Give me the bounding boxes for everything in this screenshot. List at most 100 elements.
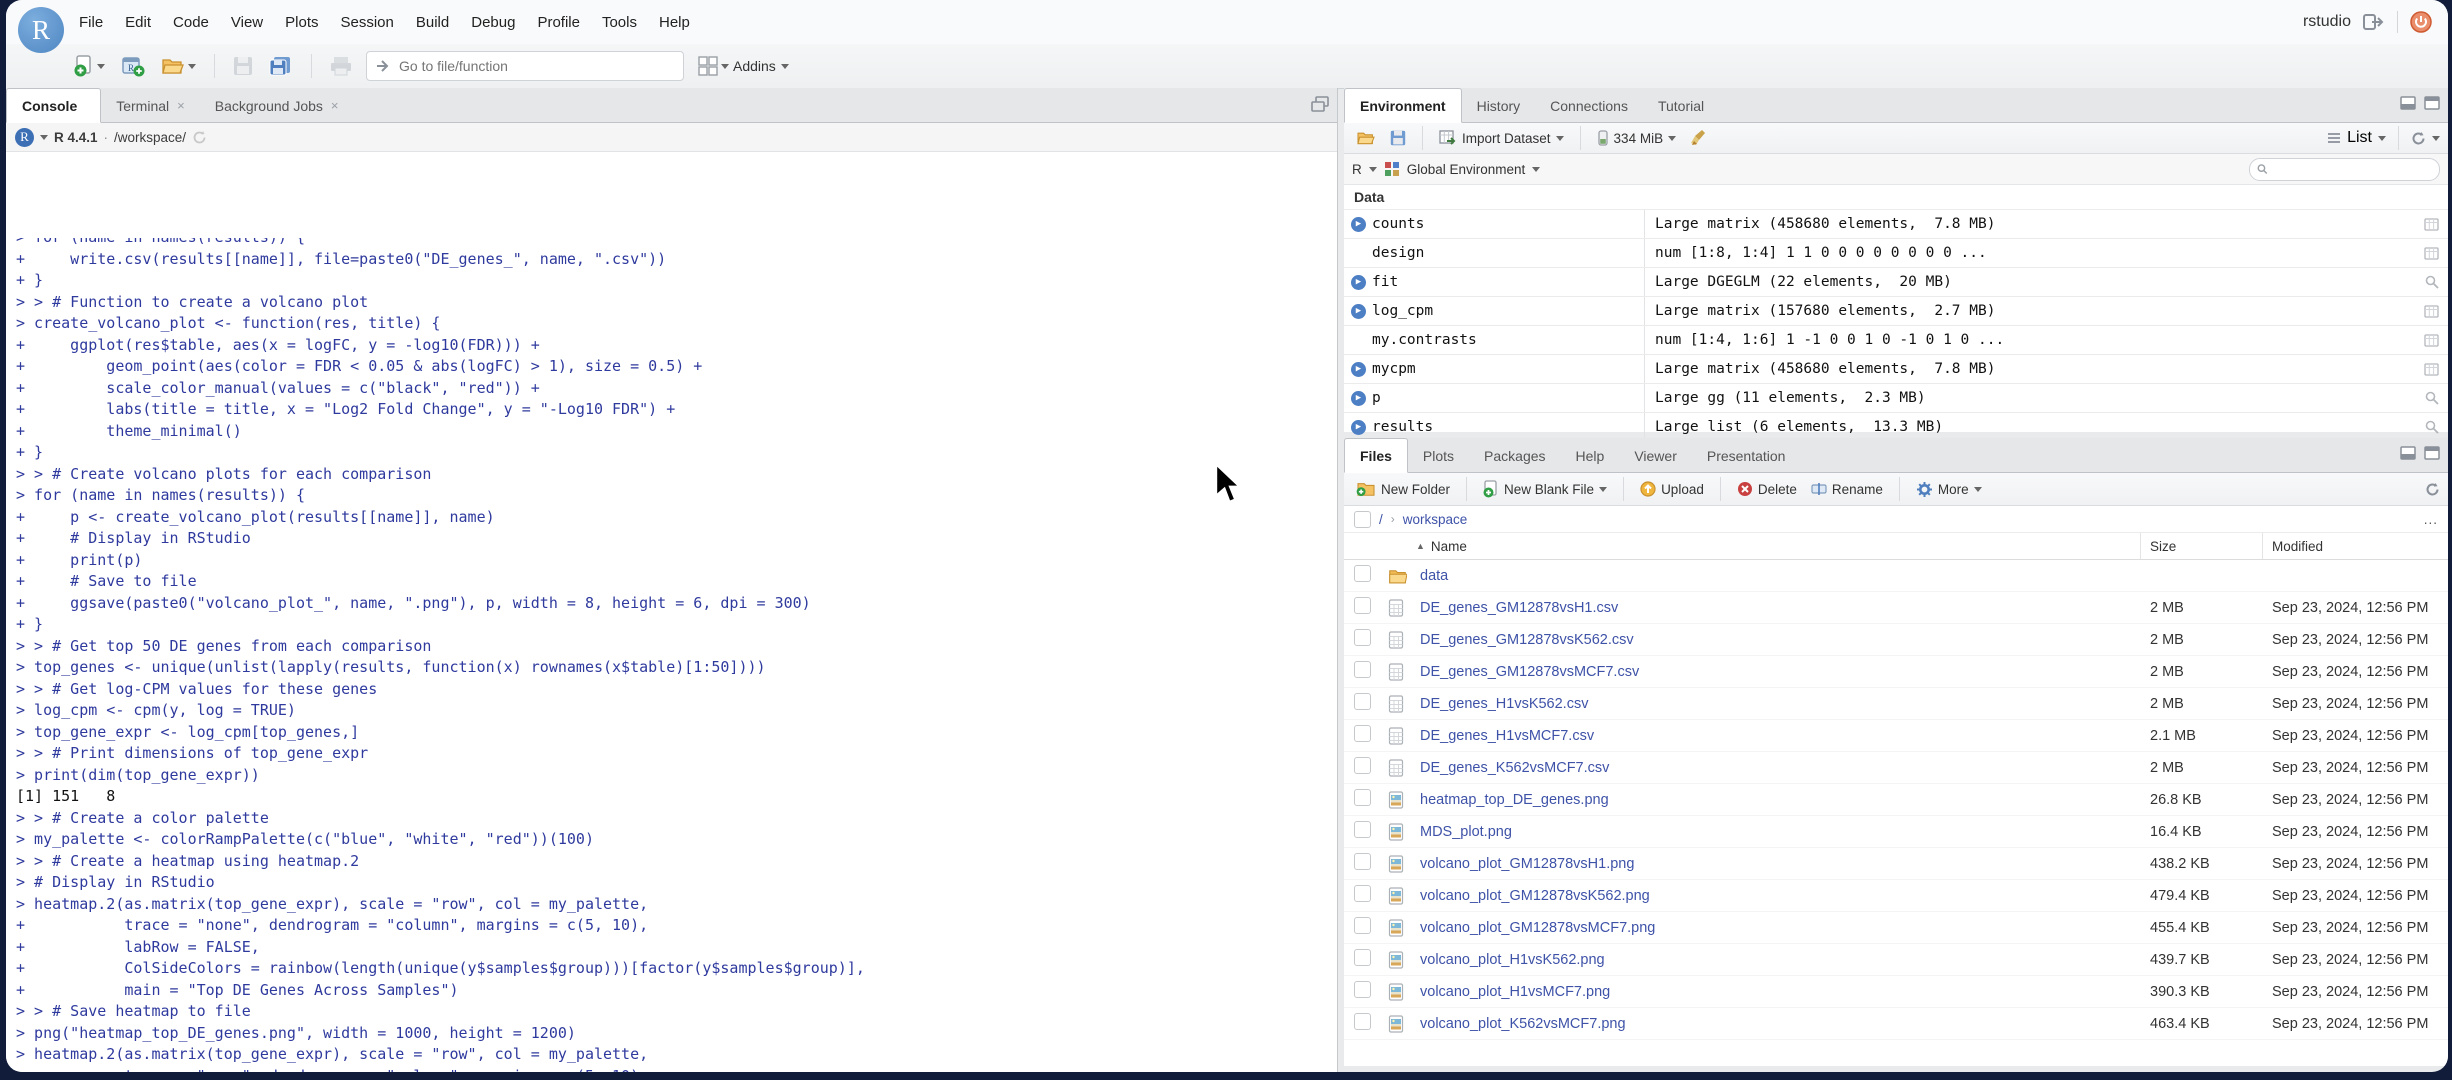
file-row[interactable]: DE_genes_GM12878vsH1.csv 2 MB Sep 23, 20… bbox=[1344, 592, 2448, 624]
file-row[interactable]: DE_genes_H1vsK562.csv 2 MB Sep 23, 2024,… bbox=[1344, 688, 2448, 720]
file-row[interactable]: heatmap_top_DE_genes.png 26.8 KB Sep 23,… bbox=[1344, 784, 2448, 816]
clear-environment-icon[interactable] bbox=[1686, 127, 1712, 149]
file-name-link[interactable]: volcano_plot_GM12878vsH1.png bbox=[1420, 856, 1634, 872]
addins-button[interactable]: Addins bbox=[733, 58, 789, 74]
breadcrumb-root[interactable]: / bbox=[1379, 512, 1383, 527]
file-name-link[interactable]: volcano_plot_GM12878vsK562.png bbox=[1420, 888, 1650, 904]
file-checkbox[interactable] bbox=[1354, 757, 1371, 774]
expand-icon[interactable]: ▶ bbox=[1351, 390, 1366, 406]
chevron-down-icon[interactable] bbox=[1532, 166, 1541, 172]
chevron-down-icon[interactable] bbox=[2378, 135, 2386, 141]
file-checkbox[interactable] bbox=[1354, 597, 1371, 614]
save-all-button[interactable] bbox=[265, 53, 297, 79]
chevron-down-icon[interactable] bbox=[2432, 135, 2440, 141]
file-name-link[interactable]: DE_genes_GM12878vsMCF7.csv bbox=[1420, 664, 1639, 680]
file-row[interactable]: DE_genes_K562vsMCF7.csv 2 MB Sep 23, 202… bbox=[1344, 752, 2448, 784]
breadcrumb-dir[interactable]: workspace bbox=[1403, 512, 1468, 527]
file-checkbox[interactable] bbox=[1354, 949, 1371, 966]
environment-row[interactable]: ▶ fit Large DGEGLM (22 elements, 20 MB) bbox=[1344, 268, 2448, 297]
save-button[interactable] bbox=[229, 53, 257, 79]
load-workspace-button[interactable] bbox=[1352, 128, 1380, 148]
goto-file-search[interactable] bbox=[366, 51, 684, 81]
expand-icon[interactable]: ▶ bbox=[1351, 419, 1366, 435]
file-row[interactable]: volcano_plot_GM12878vsK562.png 479.4 KB … bbox=[1344, 880, 2448, 912]
file-name-link[interactable]: volcano_plot_GM12878vsMCF7.png bbox=[1420, 920, 1655, 936]
files-tab[interactable]: Files bbox=[1344, 438, 1408, 473]
environment-selector[interactable]: Global Environment bbox=[1407, 162, 1526, 177]
r-logo-icon[interactable]: R bbox=[15, 127, 34, 147]
upload-button[interactable]: Upload bbox=[1636, 479, 1708, 499]
file-name-link[interactable]: volcano_plot_H1vsK562.png bbox=[1420, 952, 1605, 968]
file-checkbox[interactable] bbox=[1354, 917, 1371, 934]
environment-tab[interactable]: Tutorial bbox=[1643, 89, 1719, 122]
view-table-icon[interactable] bbox=[2424, 362, 2439, 376]
menu-item[interactable]: View bbox=[222, 10, 272, 35]
open-file-button[interactable] bbox=[157, 53, 200, 79]
close-icon[interactable]: × bbox=[177, 98, 185, 113]
environment-search[interactable] bbox=[2249, 157, 2440, 181]
memory-usage-button[interactable]: 334 MiB bbox=[1593, 128, 1681, 148]
pane-layout-button[interactable] bbox=[694, 53, 733, 79]
view-table-icon[interactable] bbox=[2424, 304, 2439, 318]
go-to-directory-button[interactable]: ... bbox=[2424, 512, 2438, 527]
file-checkbox[interactable] bbox=[1354, 821, 1371, 838]
console-output[interactable]: > for (name in names(results)) {+ write.… bbox=[6, 238, 1337, 1072]
file-name-link[interactable]: DE_genes_H1vsK562.csv bbox=[1420, 696, 1588, 712]
delete-button[interactable]: Delete bbox=[1733, 479, 1801, 499]
file-row[interactable]: volcano_plot_K562vsMCF7.png 463.4 KB Sep… bbox=[1344, 1008, 2448, 1040]
maximize-pane-icon[interactable] bbox=[2424, 96, 2440, 110]
file-row[interactable]: volcano_plot_GM12878vsMCF7.png 455.4 KB … bbox=[1344, 912, 2448, 944]
working-directory-label[interactable]: /workspace/ bbox=[114, 130, 186, 145]
file-checkbox[interactable] bbox=[1354, 853, 1371, 870]
rename-button[interactable]: Rename bbox=[1807, 479, 1887, 499]
list-view-icon[interactable] bbox=[2327, 132, 2341, 144]
view-table-icon[interactable] bbox=[2424, 217, 2439, 231]
expand-icon[interactable]: ▶ bbox=[1351, 216, 1366, 232]
file-row[interactable]: data bbox=[1344, 560, 2448, 592]
menu-item[interactable]: Help bbox=[650, 10, 699, 35]
minimize-pane-icon[interactable] bbox=[2400, 96, 2416, 110]
list-view-label[interactable]: List bbox=[2347, 129, 2372, 147]
file-checkbox[interactable] bbox=[1354, 981, 1371, 998]
menu-item[interactable]: Session bbox=[332, 10, 403, 35]
environment-search-input[interactable] bbox=[2272, 161, 2432, 177]
file-row[interactable]: MDS_plot.png 16.4 KB Sep 23, 2024, 12:56… bbox=[1344, 816, 2448, 848]
menu-item[interactable]: File bbox=[70, 10, 112, 35]
environment-tab[interactable]: Connections bbox=[1535, 89, 1643, 122]
file-name-link[interactable]: DE_genes_K562vsMCF7.csv bbox=[1420, 760, 1609, 776]
environment-row[interactable]: ▶ mycpm Large matrix (458680 elements, 7… bbox=[1344, 355, 2448, 384]
file-checkbox[interactable] bbox=[1354, 725, 1371, 742]
inspect-icon[interactable] bbox=[2425, 391, 2439, 405]
menu-item[interactable]: Plots bbox=[276, 10, 327, 35]
minimize-pane-icon[interactable] bbox=[2400, 446, 2416, 460]
menu-item[interactable]: Profile bbox=[528, 10, 589, 35]
refresh-icon[interactable] bbox=[2425, 482, 2440, 497]
file-checkbox[interactable] bbox=[1354, 693, 1371, 710]
file-checkbox[interactable] bbox=[1354, 789, 1371, 806]
environment-row[interactable]: ▶ counts Large matrix (458680 elements, … bbox=[1344, 210, 2448, 239]
size-column-header[interactable]: Size bbox=[2150, 539, 2176, 554]
print-button[interactable] bbox=[326, 53, 356, 79]
close-icon[interactable]: × bbox=[331, 98, 339, 113]
name-column-header[interactable]: ▲ Name bbox=[1416, 539, 1467, 554]
file-name-link[interactable]: data bbox=[1420, 568, 1448, 584]
files-tab[interactable]: Plots bbox=[1408, 439, 1469, 472]
console-tab[interactable]: Terminal × bbox=[101, 89, 200, 122]
view-table-icon[interactable] bbox=[2424, 333, 2439, 347]
file-name-link[interactable]: volcano_plot_H1vsMCF7.png bbox=[1420, 984, 1610, 1000]
new-file-button[interactable] bbox=[70, 52, 109, 80]
chevron-down-icon[interactable] bbox=[1368, 166, 1377, 172]
menu-item[interactable]: Build bbox=[407, 10, 458, 35]
suspend-session-icon[interactable] bbox=[192, 130, 207, 145]
select-all-checkbox[interactable] bbox=[1354, 510, 1371, 528]
file-name-link[interactable]: volcano_plot_K562vsMCF7.png bbox=[1420, 1016, 1626, 1032]
file-row[interactable]: volcano_plot_H1vsK562.png 439.7 KB Sep 2… bbox=[1344, 944, 2448, 976]
file-name-link[interactable]: DE_genes_GM12878vsK562.csv bbox=[1420, 632, 1634, 648]
file-name-link[interactable]: heatmap_top_DE_genes.png bbox=[1420, 792, 1609, 808]
import-dataset-button[interactable]: Import Dataset bbox=[1435, 128, 1568, 148]
new-project-button[interactable]: R bbox=[117, 52, 149, 80]
environment-row[interactable]: ▶ p Large gg (11 elements, 2.3 MB) bbox=[1344, 384, 2448, 413]
file-row[interactable]: DE_genes_H1vsMCF7.csv 2.1 MB Sep 23, 202… bbox=[1344, 720, 2448, 752]
file-checkbox[interactable] bbox=[1354, 885, 1371, 902]
maximize-pane-icon[interactable] bbox=[2424, 446, 2440, 460]
